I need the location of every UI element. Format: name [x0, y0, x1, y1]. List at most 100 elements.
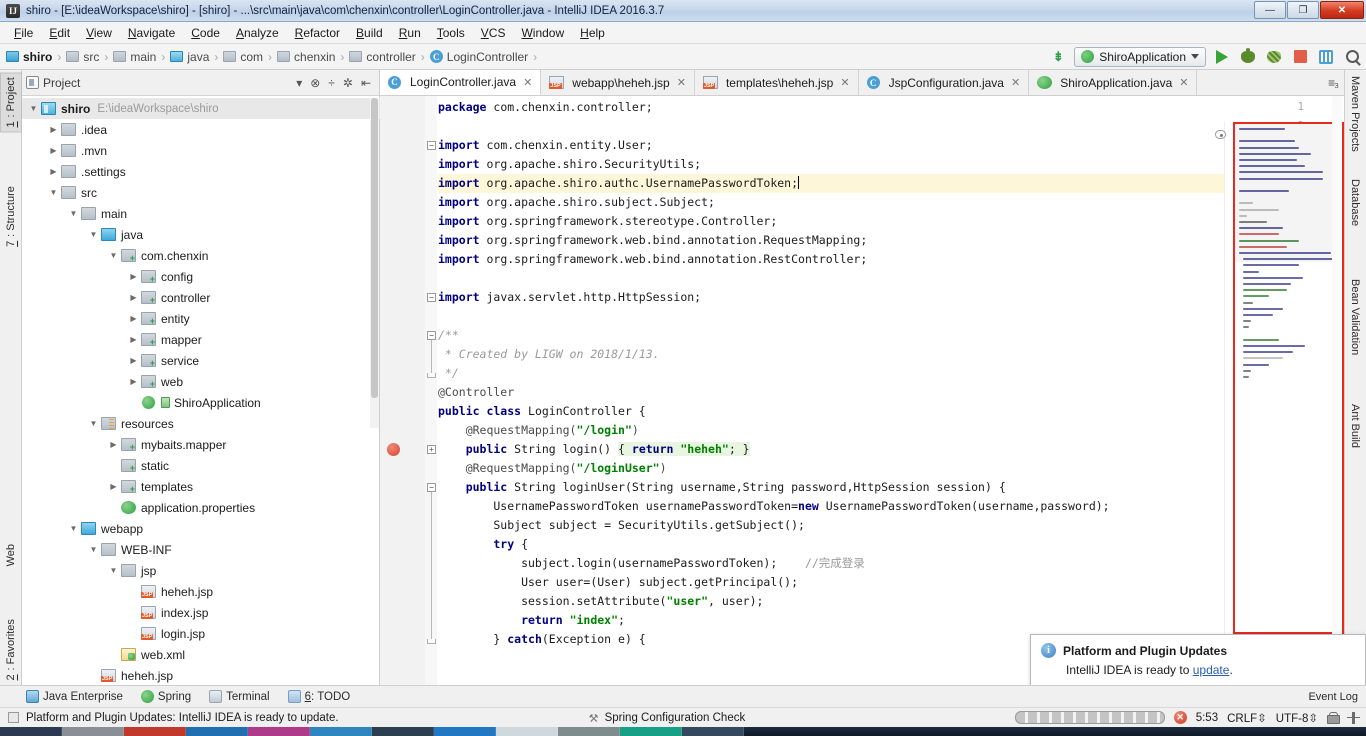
breadcrumb-item-chenxin[interactable]: chenxin ›	[277, 50, 349, 64]
tree-node-com-chenxin[interactable]: ▼ com.chenxin	[22, 245, 380, 266]
tree-expand-arrow[interactable]: ▼	[88, 418, 99, 429]
close-button[interactable]: ✕	[1320, 1, 1364, 19]
project-tree-scrollbar[interactable]	[370, 98, 379, 428]
status-message[interactable]: Platform and Plugin Updates: IntelliJ ID…	[26, 712, 339, 724]
breadcrumb-item-com[interactable]: com ›	[223, 50, 277, 64]
menu-run[interactable]: Run	[391, 24, 429, 42]
close-tab-icon[interactable]: ✕	[523, 76, 532, 89]
code-text[interactable]: package com.chenxin.controller; import co…	[438, 96, 1344, 685]
close-tab-icon[interactable]: ✕	[1011, 76, 1020, 89]
tree-expand-arrow[interactable]: ▼	[108, 250, 119, 261]
chevron-down-icon[interactable]: ▾	[296, 76, 302, 90]
tree-node-web[interactable]: ▶ web	[22, 371, 380, 392]
taskbar-item[interactable]	[0, 727, 62, 736]
tree-expand-arrow[interactable]: ▶	[48, 166, 59, 177]
maximize-button[interactable]: ❐	[1287, 1, 1319, 19]
tree-node-static[interactable]: ▶static	[22, 455, 380, 476]
code-line[interactable]: */	[438, 364, 459, 383]
menu-help[interactable]: Help	[572, 24, 613, 42]
tree-node-config[interactable]: ▶ config	[22, 266, 380, 287]
breadcrumb-item-main[interactable]: main ›	[113, 50, 170, 64]
tree-expand-arrow[interactable]: ▶	[128, 376, 139, 387]
gear-icon[interactable]: ✲	[343, 76, 353, 90]
tool-window-6--todo[interactable]: 6: TODO	[287, 690, 350, 703]
tree-node-shiro[interactable]: ▼ shiro E:\ideaWorkspace\shiro	[22, 98, 380, 119]
code-line[interactable]: Subject subject = SecurityUtils.getSubje…	[438, 516, 805, 535]
code-editor[interactable]: 1234567891011121314151617181922232425262…	[380, 96, 1344, 685]
breadcrumb-item-src[interactable]: src ›	[66, 50, 113, 64]
status-toggle-icon[interactable]	[8, 712, 19, 723]
event-log-button[interactable]: Event Log	[1308, 691, 1366, 703]
tool-window-button-structure[interactable]: 7: Structure	[0, 182, 22, 251]
code-line[interactable]: User user=(User) subject.getPrincipal();	[438, 573, 798, 592]
tool-window-button-web[interactable]: Web	[0, 540, 22, 570]
tree-node--mvn[interactable]: ▶ .mvn	[22, 140, 380, 161]
taskbar-item[interactable]	[372, 727, 434, 736]
code-line[interactable]: package com.chenxin.controller;	[438, 98, 653, 117]
minimap-selection-box[interactable]	[1233, 122, 1344, 634]
tree-node-entity[interactable]: ▶ entity	[22, 308, 380, 329]
code-line[interactable]: import org.springframework.web.bind.anno…	[438, 250, 867, 269]
hierarchy-icon[interactable]	[1347, 711, 1360, 724]
taskbar-item[interactable]	[496, 727, 558, 736]
tree-expand-arrow[interactable]: ▶	[128, 292, 139, 303]
breadcrumb-item-shiro[interactable]: shiro ›	[6, 50, 66, 64]
tree-expand-arrow[interactable]: ▶	[128, 334, 139, 345]
taskbar-item[interactable]	[434, 727, 496, 736]
code-line[interactable]: try {	[438, 535, 528, 554]
tool-window-java-enterprise[interactable]: Java Enterprise	[26, 690, 123, 703]
tree-node-index-jsp[interactable]: ▶index.jsp	[22, 602, 380, 623]
fold-collapse-icon[interactable]: −	[427, 331, 436, 340]
taskbar-item[interactable]	[248, 727, 310, 736]
run-configuration-selector[interactable]: ShiroApplication	[1074, 46, 1206, 67]
tree-node-heheh-jsp[interactable]: ▶heheh.jsp	[22, 665, 380, 685]
tree-node-heheh-jsp[interactable]: ▶heheh.jsp	[22, 581, 380, 602]
tree-node-jsp[interactable]: ▼ jsp	[22, 560, 380, 581]
taskbar-item[interactable]	[682, 727, 744, 736]
tree-expand-arrow[interactable]: ▶	[108, 439, 119, 450]
debug-icon[interactable]	[1238, 47, 1258, 67]
menu-vcs[interactable]: VCS	[473, 24, 514, 42]
taskbar-item[interactable]	[620, 727, 682, 736]
taskbar-item[interactable]	[558, 727, 620, 736]
tree-node-mybaits-mapper[interactable]: ▶ mybaits.mapper	[22, 434, 380, 455]
taskbar-item[interactable]	[124, 727, 186, 736]
tree-node-src[interactable]: ▼ src	[22, 182, 380, 203]
editor-tab-webapp-heheh-jsp[interactable]: webapp\heheh.jsp ✕	[541, 70, 695, 95]
download-arrow-icon[interactable]: ⇟	[1048, 47, 1068, 67]
code-line[interactable]: import org.apache.shiro.SecurityUtils;	[438, 155, 701, 174]
menu-file[interactable]: File	[6, 24, 41, 42]
taskbar-item[interactable]	[186, 727, 248, 736]
tree-node-service[interactable]: ▶ service	[22, 350, 380, 371]
notification-popup[interactable]: i Platform and Plugin Updates IntelliJ I…	[1030, 634, 1366, 688]
code-line[interactable]: import org.springframework.web.bind.anno…	[438, 231, 867, 250]
line-separator[interactable]: CRLF⇳	[1227, 711, 1267, 725]
tree-node-webapp[interactable]: ▼ webapp	[22, 518, 380, 539]
close-tab-icon[interactable]: ✕	[840, 76, 849, 89]
code-line[interactable]: @RequestMapping("/login")	[438, 421, 639, 440]
tree-expand-arrow[interactable]: ▼	[48, 187, 59, 198]
code-line[interactable]: subject.login(usernamePasswordToken); //…	[438, 554, 865, 573]
code-line[interactable]: session.setAttribute("user", user);	[438, 592, 763, 611]
hide-icon[interactable]: ⇤	[361, 76, 371, 90]
menu-code[interactable]: Code	[183, 24, 228, 42]
code-line[interactable]: /**	[438, 326, 459, 345]
breadcrumb-item-logincontroller[interactable]: C LoginController ›	[429, 50, 542, 64]
fold-expand-icon[interactable]: +	[427, 445, 436, 454]
file-encoding[interactable]: UTF-8⇳	[1276, 711, 1318, 725]
code-line[interactable]: public String login() { return "heheh"; …	[438, 440, 750, 459]
tree-expand-arrow[interactable]: ▼	[28, 103, 39, 114]
tree-expand-arrow[interactable]: ▶	[128, 271, 139, 282]
tree-node--idea[interactable]: ▶ .idea	[22, 119, 380, 140]
tree-node-login-jsp[interactable]: ▶login.jsp	[22, 623, 380, 644]
tree-node-shiroapplication[interactable]: ▶ShiroApplication	[22, 392, 380, 413]
tree-node-resources[interactable]: ▼ resources	[22, 413, 380, 434]
tool-window-button-database[interactable]: Database	[1344, 175, 1366, 230]
tree-expand-arrow[interactable]: ▼	[108, 565, 119, 576]
breadcrumb-item-java[interactable]: java ›	[170, 50, 223, 64]
tool-window-button-mavenprojects[interactable]: Maven Projects	[1344, 72, 1366, 156]
tree-expand-arrow[interactable]: ▶	[128, 313, 139, 324]
search-everywhere-icon[interactable]	[1342, 47, 1362, 67]
menu-view[interactable]: View	[78, 24, 120, 42]
tree-node-main[interactable]: ▼ main	[22, 203, 380, 224]
